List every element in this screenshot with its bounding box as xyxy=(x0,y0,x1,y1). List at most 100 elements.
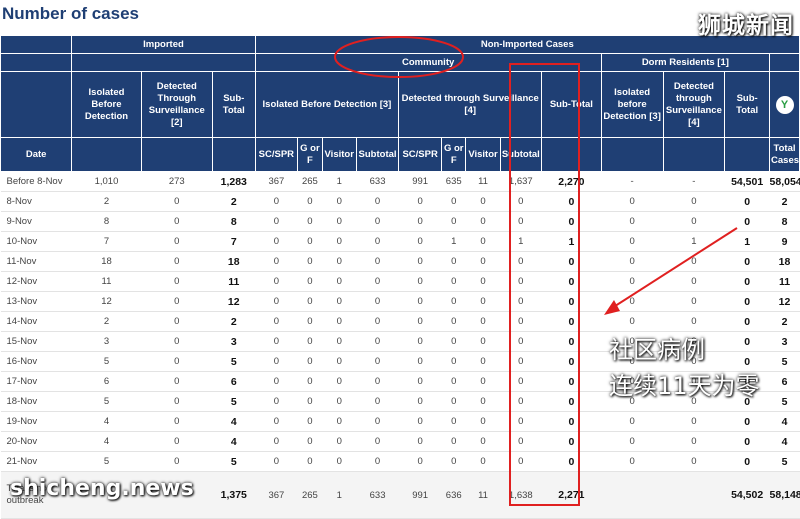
cell-ib-vis: 0 xyxy=(322,411,357,432)
corner-cell xyxy=(0,35,73,54)
cell-imp-surv: 0 xyxy=(141,351,213,372)
cell-ib-vis: 0 xyxy=(322,251,357,272)
header-ib-visitor: Visitor xyxy=(321,137,357,172)
header-date: Date xyxy=(0,137,73,172)
cell-imp-iso: 12 xyxy=(71,291,142,312)
cell-imp-sub: 7 xyxy=(212,231,256,252)
cell-ib-vis: 0 xyxy=(322,211,357,232)
cell-ds-sc: 0 xyxy=(398,271,442,292)
cell-imp-sub: 2 xyxy=(212,311,256,332)
cell-ib-vis: 0 xyxy=(322,331,357,352)
cell-imp-sub: 6 xyxy=(212,371,256,392)
cell-dorm-sub: 0 xyxy=(724,251,770,272)
cell-dorm-sub: 0 xyxy=(724,271,770,292)
header-isolated-before-detection: Isolated Before Detection [3] xyxy=(254,71,400,138)
cell-ib-vis: 0 xyxy=(322,431,357,452)
header-ds-subtotal: Subtotal xyxy=(499,137,543,172)
cell-ds-sub: 1,638 xyxy=(500,471,542,519)
cell-comm-sub: 1 xyxy=(541,231,602,252)
cell-comm-sub: 0 xyxy=(541,371,602,392)
cell-ib-sc: 0 xyxy=(255,391,298,412)
cell-dorm-surv: - xyxy=(663,171,725,192)
cell-date: 21-Nov xyxy=(0,451,72,472)
cell-ds-gf: 0 xyxy=(441,331,466,352)
cell-ib-gf: 0 xyxy=(297,191,323,212)
cell-comm-sub: 0 xyxy=(541,311,602,332)
cell-ds-vis: 11 xyxy=(465,471,501,519)
cell-ib-sub: 0 xyxy=(356,431,399,452)
cell-ib-sc: 367 xyxy=(255,171,298,192)
cell-ds-gf: 0 xyxy=(441,411,466,432)
cell-imp-surv: 0 xyxy=(141,251,213,272)
header-blank-e xyxy=(600,137,664,172)
cell-imp-iso: 2 xyxy=(71,191,142,212)
cell-ib-vis: 1 xyxy=(322,171,357,192)
cell-ds-sub: 0 xyxy=(500,311,542,332)
cell-ds-sc: 0 xyxy=(398,251,442,272)
cell-ib-sc: 0 xyxy=(255,351,298,372)
cell-imp-sub: 4 xyxy=(212,431,256,452)
cell-dorm-surv: 0 xyxy=(663,311,725,332)
cell-ib-sub: 0 xyxy=(356,391,399,412)
annotation-line-1: 社区病例 xyxy=(609,336,705,364)
cell-dorm-sub: 54,501 xyxy=(724,171,770,192)
cell-ds-sc: 0 xyxy=(398,351,442,372)
header-blank-c xyxy=(211,137,256,172)
cell-ds-vis: 0 xyxy=(465,271,501,292)
cell-dorm-iso: 0 xyxy=(601,251,663,272)
cell-imp-iso: 5 xyxy=(71,391,142,412)
annotation-line-2: 连续11天为零 xyxy=(609,372,760,400)
cell-total: 5 xyxy=(769,451,800,472)
header-blank xyxy=(0,53,73,72)
cell-imp-sub: 5 xyxy=(212,391,256,412)
cell-imp-surv: 0 xyxy=(141,391,213,412)
cell-imp-surv: 0 xyxy=(141,191,213,212)
cell-ib-vis: 0 xyxy=(322,311,357,332)
header-blank-imported xyxy=(71,53,256,72)
cell-dorm-sub: 1 xyxy=(724,231,770,252)
cell-imp-iso: 1,010 xyxy=(71,171,142,192)
cell-dorm-sub: 0 xyxy=(724,211,770,232)
cell-date: 10-Nov xyxy=(0,231,72,252)
cell-ds-sc: 991 xyxy=(398,171,442,192)
cell-dorm-sub: 0 xyxy=(724,311,770,332)
cell-ib-vis: 0 xyxy=(322,271,357,292)
cell-ib-gf: 0 xyxy=(297,331,323,352)
cell-comm-sub: 0 xyxy=(541,211,602,232)
cell-comm-sub: 0 xyxy=(541,391,602,412)
annotation-text: 社区病例 连续11天为零 xyxy=(609,332,760,404)
cell-dorm-surv: 0 xyxy=(663,191,725,212)
header-detected-through-surveillance: Detected through Surveillance [4] xyxy=(398,71,543,138)
cell-date: 11-Nov xyxy=(0,251,72,272)
cell-ib-sc: 0 xyxy=(255,251,298,272)
cell-imp-surv: 0 xyxy=(141,311,213,332)
cell-date: 13-Nov xyxy=(0,291,72,312)
cell-ds-sub: 1 xyxy=(500,231,542,252)
logo-icon: Y xyxy=(775,95,794,114)
cell-imp-surv: 0 xyxy=(141,291,213,312)
cell-ib-gf: 0 xyxy=(297,311,323,332)
cell-imp-surv: 0 xyxy=(141,411,213,432)
cell-ds-sub: 0 xyxy=(500,371,542,392)
cell-dorm-iso: 0 xyxy=(601,311,663,332)
cell-imp-sub: 2 xyxy=(212,191,256,212)
header-community: Community xyxy=(254,53,602,72)
cell-imp-sub: 1,283 xyxy=(212,171,256,192)
cell-ds-vis: 0 xyxy=(465,231,501,252)
cell-ib-sc: 0 xyxy=(255,431,298,452)
page-title: Number of cases xyxy=(2,4,139,23)
header-dorm-surveillance: Detected through Surveillance [4] xyxy=(662,71,726,138)
header-blank-a xyxy=(71,137,142,172)
cell-imp-iso: 8 xyxy=(71,211,142,232)
cell-ds-sc: 0 xyxy=(398,451,442,472)
cell-comm-sub: 0 xyxy=(541,411,602,432)
header-ib-sc-spr: SC/SPR xyxy=(254,137,299,172)
cell-ds-gf: 0 xyxy=(441,191,466,212)
cell-imp-iso: 18 xyxy=(71,251,142,272)
cell-ds-gf: 0 xyxy=(441,371,466,392)
cell-ib-gf: 0 xyxy=(297,371,323,392)
cell-comm-sub: 0 xyxy=(541,431,602,452)
header-dorm-isolated: Isolated before Detection [3] xyxy=(600,71,664,138)
cell-dorm-surv: 0 xyxy=(663,451,725,472)
cell-imp-iso: 5 xyxy=(71,351,142,372)
